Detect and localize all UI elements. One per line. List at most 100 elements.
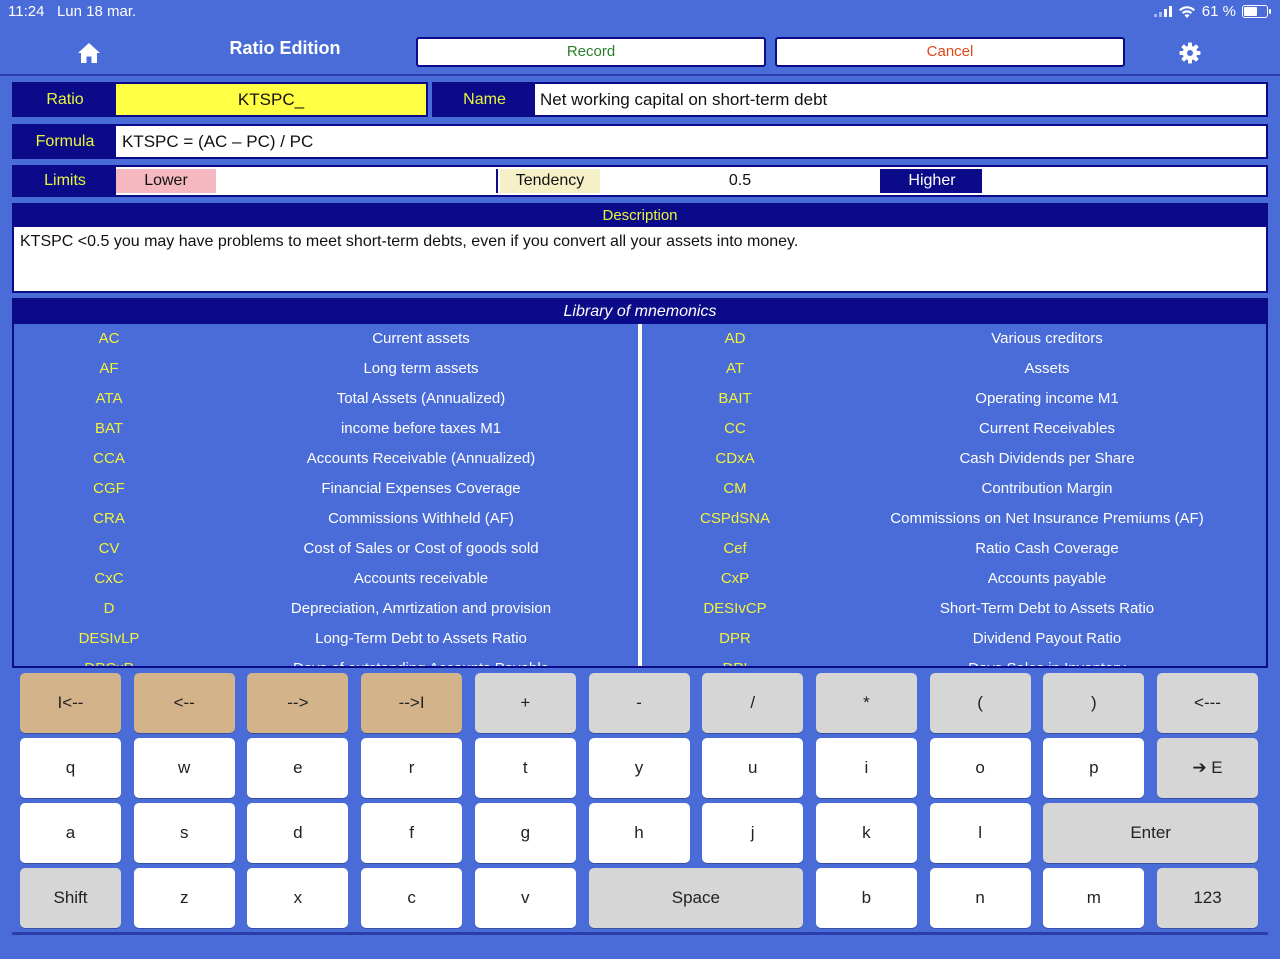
- key-d[interactable]: d: [247, 803, 349, 863]
- key-s[interactable]: s: [133, 803, 235, 863]
- name-input[interactable]: Net working capital on short-term debt: [540, 84, 1262, 115]
- key-e[interactable]: e: [247, 738, 349, 798]
- lower-input[interactable]: [216, 167, 496, 195]
- mnemonic-row[interactable]: ATA Total Assets (Annualized): [14, 384, 638, 414]
- mnemonic-description: income before taxes M1: [340, 420, 502, 437]
- formula-input[interactable]: KTSPC = (AC – PC) / PC: [122, 126, 1262, 157]
- mnemonic-row[interactable]: AD Various creditors: [642, 324, 1266, 354]
- mnemonics-library[interactable]: Library of mnemonics AC Current assets AF L…: [12, 298, 1268, 668]
- key-p[interactable]: p: [1043, 738, 1145, 798]
- mnemonic-description: Assets: [1024, 360, 1070, 377]
- mnemonic-row[interactable]: CV Cost of Sales or Cost of goods sold: [14, 534, 638, 564]
- mnemonic-row[interactable]: DESIvLP Long-Term Debt to Assets Ratio: [14, 624, 638, 654]
- key-home[interactable]: I<--: [20, 673, 121, 733]
- mnemonic-code: CC: [724, 420, 746, 437]
- mnemonic-row[interactable]: Cef Ratio Cash Coverage: [642, 534, 1266, 564]
- settings-button[interactable]: [1179, 42, 1201, 64]
- mnemonic-row[interactable]: CDxA Cash Dividends per Share: [642, 444, 1266, 474]
- key-end[interactable]: -->I: [361, 673, 463, 733]
- key-next-field[interactable]: ➔ E: [1157, 738, 1258, 798]
- key-close-paren[interactable]: ): [1043, 673, 1145, 733]
- key-backspace[interactable]: <---: [1157, 673, 1258, 733]
- key-shift[interactable]: Shift: [20, 868, 121, 928]
- mnemonic-description: Depreciation, Amrtization and provision: [290, 600, 552, 617]
- key-enter[interactable]: Enter: [1043, 803, 1258, 863]
- key-v[interactable]: v: [474, 868, 576, 928]
- key-multiply[interactable]: *: [815, 673, 917, 733]
- limits-separator: [496, 169, 498, 193]
- higher-label: Higher: [882, 169, 982, 193]
- mnemonic-row[interactable]: AF Long term assets: [14, 354, 638, 384]
- key-divide[interactable]: /: [702, 673, 804, 733]
- mnemonic-row[interactable]: BAIT Operating income M1: [642, 384, 1266, 414]
- library-left-column: AC Current assets AF Long term assets ATA Tot…: [14, 324, 638, 666]
- mnemonic-row[interactable]: CCA Accounts Receivable (Annualized): [14, 444, 638, 474]
- key-r[interactable]: r: [361, 738, 463, 798]
- mnemonic-code: AF: [99, 360, 119, 377]
- mnemonic-code: CV: [98, 540, 120, 557]
- mnemonic-row[interactable]: AC Current assets: [14, 324, 638, 354]
- mnemonic-row[interactable]: CM Contribution Margin: [642, 474, 1266, 504]
- mnemonic-row[interactable]: D Depreciation, Amrtization and provision: [14, 594, 638, 624]
- limits-field-group: Limits Lower Tendency 0.5 Higher: [12, 165, 1268, 197]
- mnemonic-description: Operating income M1: [975, 390, 1119, 407]
- key-a[interactable]: a: [20, 803, 121, 863]
- key-j[interactable]: j: [702, 803, 804, 863]
- mnemonic-row[interactable]: CSPdSNA Commissions on Net Insurance Prem…: [642, 504, 1266, 534]
- mnemonic-row[interactable]: CRA Commissions Withheld (AF): [14, 504, 638, 534]
- mnemonic-description: Days Sales in Inventory: [828, 654, 1266, 666]
- key-h[interactable]: h: [588, 803, 690, 863]
- mnemonic-row[interactable]: BAT income before taxes M1: [14, 414, 638, 444]
- key-m[interactable]: m: [1043, 868, 1145, 928]
- mnemonic-row[interactable]: DESIvCP Short-Term Debt to Assets Ratio: [642, 594, 1266, 624]
- mnemonic-description: Short-Term Debt to Assets Ratio: [939, 600, 1155, 617]
- key-k[interactable]: k: [815, 803, 917, 863]
- key-z[interactable]: z: [133, 868, 235, 928]
- page-title: Ratio Edition: [229, 38, 341, 58]
- key-n[interactable]: n: [929, 868, 1031, 928]
- key-g[interactable]: g: [474, 803, 576, 863]
- mnemonic-description: Contribution Margin: [981, 480, 1113, 497]
- bottom-divider: [12, 932, 1268, 935]
- key-c[interactable]: c: [361, 868, 463, 928]
- key-t[interactable]: t: [474, 738, 576, 798]
- mnemonic-row[interactable]: CC Current Receivables: [642, 414, 1266, 444]
- key-u[interactable]: u: [702, 738, 804, 798]
- key-l[interactable]: l: [929, 803, 1031, 863]
- key-w[interactable]: w: [133, 738, 235, 798]
- mnemonic-code: AD: [724, 330, 746, 347]
- home-button[interactable]: [75, 40, 103, 66]
- mnemonic-row[interactable]: DPCxPDays of outstanding Accounts Payabl…: [14, 654, 638, 666]
- key-b[interactable]: b: [815, 868, 917, 928]
- mnemonic-row[interactable]: DPR Dividend Payout Ratio: [642, 624, 1266, 654]
- cancel-button[interactable]: Cancel: [775, 37, 1125, 67]
- key-f[interactable]: f: [361, 803, 463, 863]
- key-y[interactable]: y: [588, 738, 690, 798]
- status-indicators: 61 %: [1153, 3, 1271, 20]
- key-q[interactable]: q: [20, 738, 121, 798]
- mnemonic-code: CRA: [93, 510, 125, 527]
- mnemonic-row[interactable]: CGF Financial Expenses Coverage: [14, 474, 638, 504]
- mnemonic-description: Total Assets (Annualized): [336, 390, 506, 407]
- key-left[interactable]: <--: [133, 673, 235, 733]
- higher-input[interactable]: [982, 167, 1266, 195]
- key-right[interactable]: -->: [247, 673, 349, 733]
- key-x[interactable]: x: [247, 868, 349, 928]
- tendency-input[interactable]: 0.5: [600, 167, 880, 195]
- key-minus[interactable]: -: [588, 673, 690, 733]
- ratio-input[interactable]: KTSPC_: [116, 84, 426, 115]
- mnemonic-row[interactable]: CxC Accounts receivable: [14, 564, 638, 594]
- record-button[interactable]: Record: [416, 37, 766, 67]
- key-123[interactable]: 123: [1157, 868, 1258, 928]
- mnemonic-row[interactable]: CxP Accounts payable: [642, 564, 1266, 594]
- mnemonic-row[interactable]: AT Assets: [642, 354, 1266, 384]
- key-open-paren[interactable]: (: [929, 673, 1031, 733]
- description-input[interactable]: KTSPC <0.5 you may have problems to meet…: [20, 233, 1260, 251]
- key-o[interactable]: o: [929, 738, 1031, 798]
- library-header: Library of mnemonics: [14, 300, 1266, 324]
- battery-icon: [1242, 5, 1271, 18]
- key-plus[interactable]: +: [474, 673, 576, 733]
- mnemonic-row[interactable]: DPIDays Sales in Inventory: [642, 654, 1266, 666]
- key-space[interactable]: Space: [588, 868, 804, 928]
- key-i[interactable]: i: [815, 738, 917, 798]
